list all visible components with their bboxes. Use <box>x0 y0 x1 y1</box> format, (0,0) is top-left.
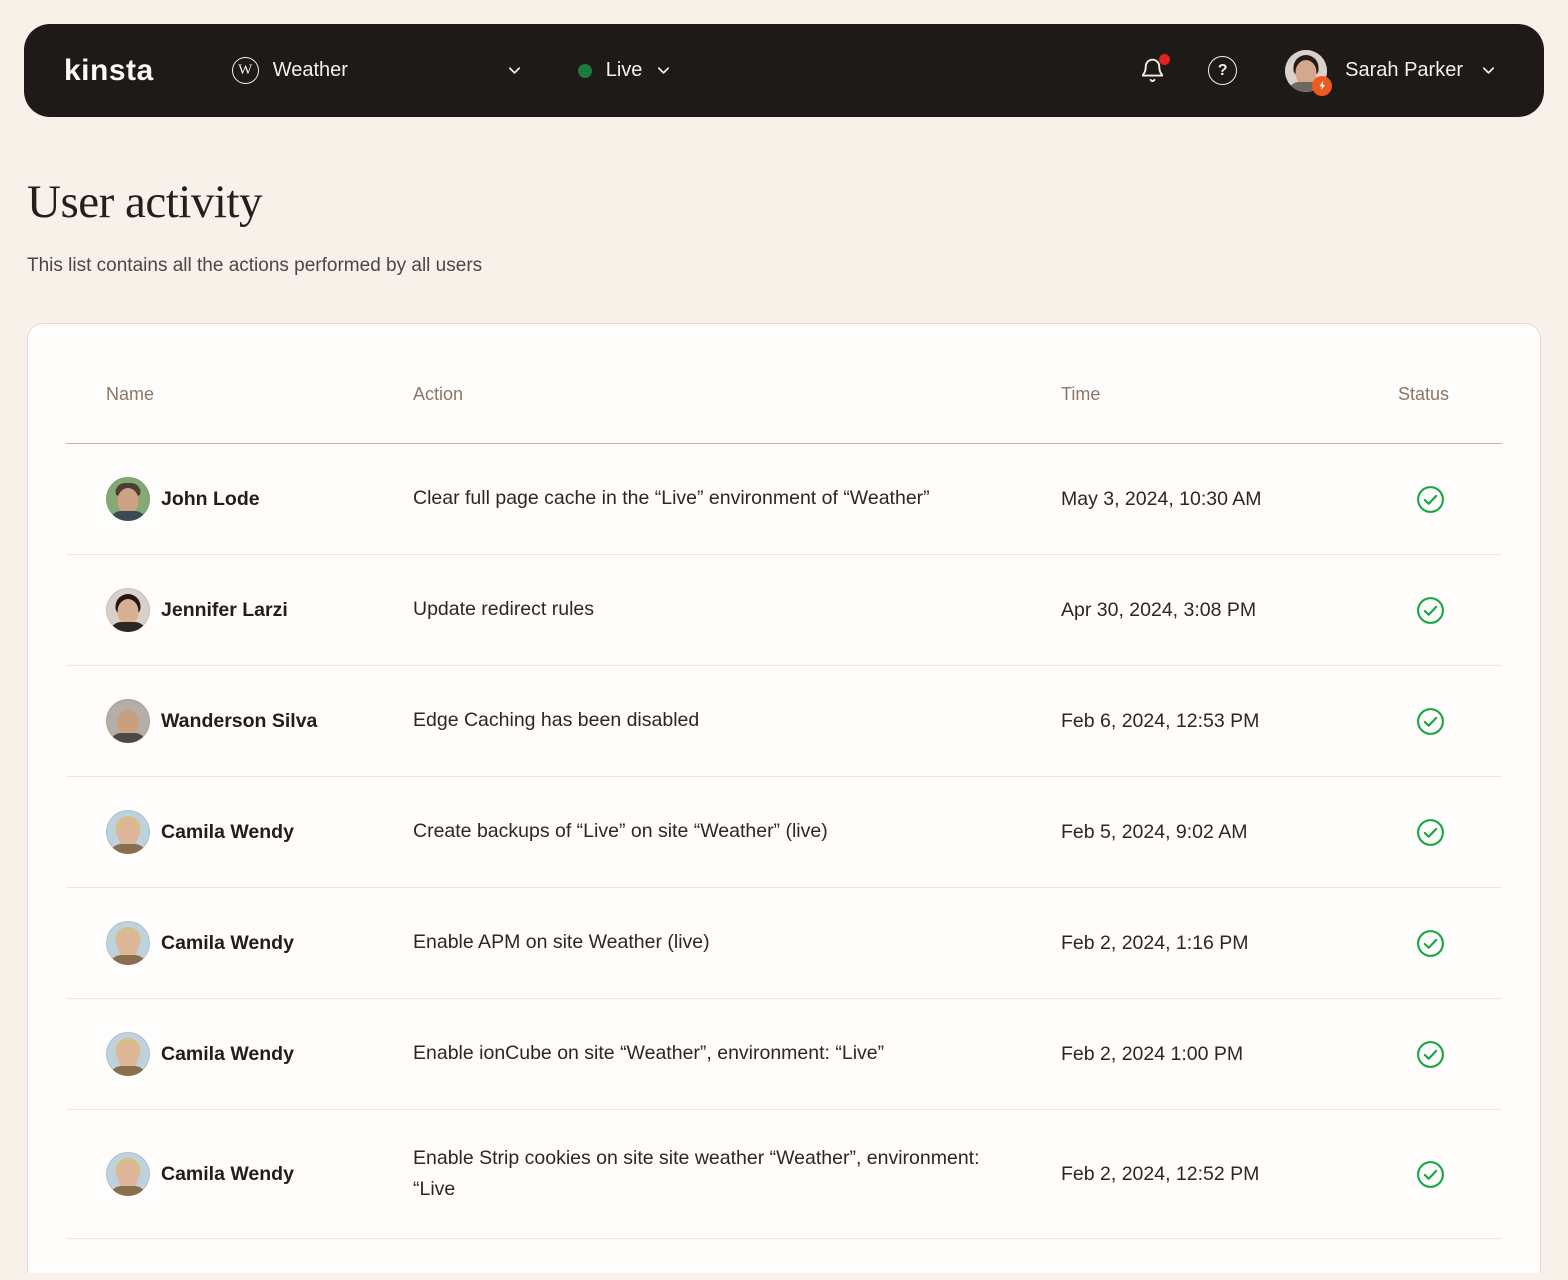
time-cell: Apr 30, 2024, 3:08 PM <box>1061 598 1257 621</box>
name-cell: Camila Wendy <box>66 1152 413 1197</box>
person-name: Camila Wendy <box>161 1162 294 1185</box>
action-cell: Create backups of “Live” on site “Weathe… <box>413 820 828 843</box>
user-avatar <box>106 810 150 854</box>
environment-selector[interactable]: Live <box>577 59 672 82</box>
activity-card: Name Action Time Status John Lode Clear … <box>27 323 1541 1273</box>
time-cell: Feb 2, 2024, 12:52 PM <box>1061 1162 1260 1185</box>
page-header: User activity This list contains all the… <box>0 117 1568 277</box>
table-row: Camila Wendy Enable Strip cookies on sit… <box>66 1110 1502 1240</box>
user-avatar <box>1285 49 1333 96</box>
help-button[interactable] <box>1208 56 1238 85</box>
check-circle-icon <box>1417 1160 1444 1188</box>
name-cell: John Lode <box>66 477 413 521</box>
status-cell <box>1398 817 1502 848</box>
lightning-bolt-icon <box>1312 75 1333 96</box>
status-cell <box>1398 706 1502 737</box>
user-avatar <box>106 477 150 521</box>
check-circle-icon <box>1417 818 1444 846</box>
user-avatar <box>106 1032 150 1076</box>
user-avatar <box>106 588 150 632</box>
name-cell: Camila Wendy <box>66 1032 413 1076</box>
name-cell: Camila Wendy <box>66 810 413 854</box>
status-cell <box>1398 928 1502 959</box>
environment-label: Live <box>605 59 643 81</box>
user-name: Sarah Parker <box>1345 59 1463 81</box>
table-row: Camila Wendy Create backups of “Live” on… <box>66 777 1502 888</box>
check-circle-icon <box>1417 1040 1444 1068</box>
action-cell: Edge Caching has been disabled <box>413 709 700 732</box>
chevron-down-icon <box>508 67 520 74</box>
chevron-down-icon <box>658 67 670 74</box>
person-name: Wanderson Silva <box>161 709 318 732</box>
person-name: Camila Wendy <box>161 820 294 843</box>
check-circle-icon <box>1417 929 1444 957</box>
check-circle-icon <box>1417 596 1444 624</box>
time-cell: Feb 2, 2024 1:00 PM <box>1061 1042 1244 1065</box>
action-cell: Enable Strip cookies on site site weathe… <box>413 1147 980 1201</box>
wordpress-icon <box>231 57 259 84</box>
kinsta-logo[interactable]: kinsta <box>64 54 154 88</box>
table-body: John Lode Clear full page cache in the “… <box>66 444 1502 1240</box>
time-cell: Feb 5, 2024, 9:02 AM <box>1061 820 1248 843</box>
check-circle-icon <box>1417 707 1444 735</box>
notification-badge <box>1159 54 1171 65</box>
status-cell <box>1398 1039 1502 1070</box>
notifications-button[interactable] <box>1139 54 1171 84</box>
action-cell: Enable ionCube on site “Weather”, enviro… <box>413 1042 885 1065</box>
help-icon <box>1208 56 1238 85</box>
live-status-dot <box>577 63 592 78</box>
column-header-action: Action <box>413 384 464 404</box>
action-cell: Update redirect rules <box>413 598 595 621</box>
status-cell <box>1398 1159 1502 1190</box>
name-cell: Wanderson Silva <box>66 699 413 743</box>
table-row: John Lode Clear full page cache in the “… <box>66 444 1502 555</box>
table-row: Camila Wendy Enable APM on site Weather … <box>66 888 1502 999</box>
table-header-row: Name Action Time Status <box>66 324 1502 443</box>
user-avatar <box>106 1152 150 1197</box>
action-cell: Enable APM on site Weather (live) <box>413 931 710 954</box>
page-title: User activity <box>27 176 262 228</box>
person-name: John Lode <box>161 487 260 510</box>
time-cell: Feb 2, 2024, 1:16 PM <box>1061 931 1249 954</box>
time-cell: Feb 6, 2024, 12:53 PM <box>1061 709 1260 732</box>
table-row: Wanderson Silva Edge Caching has been di… <box>66 666 1502 777</box>
column-header-status: Status <box>1398 384 1450 404</box>
table-row: Camila Wendy Enable ionCube on site “Wea… <box>66 999 1502 1110</box>
page-subtitle: This list contains all the actions perfo… <box>27 255 483 276</box>
navbar-right-group: Sarah Parker <box>1139 49 1496 96</box>
site-selector[interactable]: Weather <box>231 57 522 84</box>
user-menu[interactable]: Sarah Parker <box>1285 49 1496 96</box>
site-selector-label: Weather <box>272 59 348 81</box>
user-avatar <box>106 921 150 965</box>
name-cell: Camila Wendy <box>66 921 413 965</box>
action-cell: Clear full page cache in the “Live” envi… <box>413 487 930 510</box>
table-row: Jennifer Larzi Update redirect rules Apr… <box>66 555 1502 666</box>
name-cell: Jennifer Larzi <box>66 588 413 632</box>
check-circle-icon <box>1417 485 1444 513</box>
person-name: Camila Wendy <box>161 931 294 954</box>
column-header-name: Name <box>106 384 155 404</box>
chevron-down-icon <box>1482 67 1495 74</box>
person-name: Camila Wendy <box>161 1042 294 1065</box>
person-name: Jennifer Larzi <box>161 598 288 621</box>
status-cell <box>1398 484 1502 515</box>
user-avatar <box>106 699 150 743</box>
time-cell: May 3, 2024, 10:30 AM <box>1061 487 1262 510</box>
column-header-time: Time <box>1061 384 1101 404</box>
status-cell <box>1398 595 1502 626</box>
top-navbar: kinsta Weather Live <box>24 24 1544 117</box>
